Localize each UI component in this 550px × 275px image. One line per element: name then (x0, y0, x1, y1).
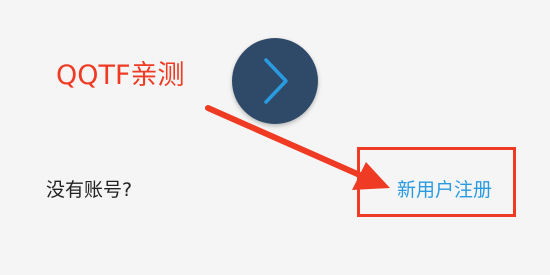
next-button[interactable] (232, 38, 318, 124)
no-account-text: 没有账号? (46, 179, 133, 201)
highlight-box (357, 147, 516, 217)
chevron-right-icon (255, 55, 295, 107)
annotation-label: QQTF亲测 (56, 60, 185, 91)
